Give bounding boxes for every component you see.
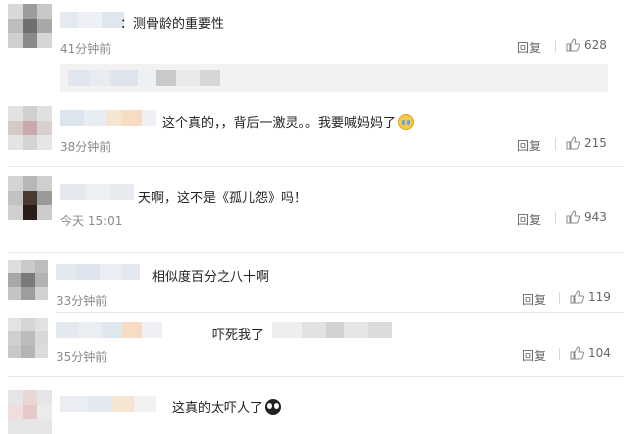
quoted-comment	[60, 64, 608, 92]
like-button[interactable]: 628	[566, 38, 607, 52]
avatar[interactable]	[8, 4, 52, 48]
comment-divider	[8, 376, 624, 377]
like-count: 119	[588, 290, 611, 304]
like-button[interactable]: 104	[570, 346, 611, 360]
action-separator	[555, 138, 556, 150]
like-count: 628	[584, 38, 607, 52]
thumbs-up-icon	[566, 210, 580, 224]
like-count: 943	[584, 210, 607, 224]
like-button[interactable]: 215	[566, 136, 607, 150]
reply-button[interactable]: 回复	[522, 347, 546, 364]
comment-text: ：测骨龄的重要性	[120, 17, 225, 32]
username[interactable]	[60, 396, 156, 412]
comment-time: 35分钟前	[56, 350, 108, 364]
comment-text: 这个真的，，背后一激灵。。我要喊妈妈了	[162, 116, 397, 131]
thumbs-up-icon	[566, 136, 580, 150]
comment-text-row: 这个真的，，背后一激灵。。我要喊妈妈了	[162, 112, 415, 131]
blurred-mention	[272, 322, 392, 338]
reply-button[interactable]: 回复	[517, 39, 541, 56]
action-separator	[559, 292, 560, 304]
comment-text: 这真的太吓人了	[172, 401, 264, 416]
scared-face-icon	[265, 398, 282, 415]
reply-button[interactable]: 回复	[517, 137, 541, 154]
thumbs-up-icon	[566, 38, 580, 52]
comment-time: 38分钟前	[60, 140, 112, 154]
comment-divider	[56, 312, 624, 313]
avatar[interactable]	[8, 260, 48, 300]
username[interactable]	[56, 322, 162, 338]
comment-time: 33分钟前	[56, 294, 108, 308]
comment-text-row: 这真的太吓人了	[172, 397, 282, 416]
username[interactable]	[60, 110, 156, 126]
comment-text: 吓死我了	[212, 328, 265, 343]
username[interactable]	[56, 264, 140, 280]
blurred-content	[68, 70, 220, 86]
avatar[interactable]	[8, 176, 52, 220]
avatar[interactable]	[8, 106, 52, 150]
reply-button[interactable]: 回复	[517, 211, 541, 228]
thumbs-up-icon	[570, 290, 584, 304]
username[interactable]	[60, 184, 134, 200]
action-separator	[555, 212, 556, 224]
reply-button[interactable]: 回复	[522, 291, 546, 308]
username[interactable]	[60, 12, 124, 28]
like-count: 215	[584, 136, 607, 150]
comment-divider	[8, 252, 624, 253]
comment-time: 41分钟前	[60, 42, 112, 56]
like-count: 104	[588, 346, 611, 360]
comment-divider	[8, 166, 624, 167]
avatar[interactable]	[8, 318, 48, 358]
like-button[interactable]: 943	[566, 210, 607, 224]
action-separator	[559, 348, 560, 360]
crying-face-icon	[398, 113, 415, 130]
avatar[interactable]	[8, 390, 52, 434]
comment-text: 相似度百分之八十啊	[152, 270, 270, 285]
like-button[interactable]: 119	[570, 290, 611, 304]
action-separator	[555, 40, 556, 52]
comment-time: 今天 15:01	[60, 214, 123, 228]
thumbs-up-icon	[570, 346, 584, 360]
comment-text: 天啊，这不是《孤儿怨》吗！	[138, 191, 308, 206]
